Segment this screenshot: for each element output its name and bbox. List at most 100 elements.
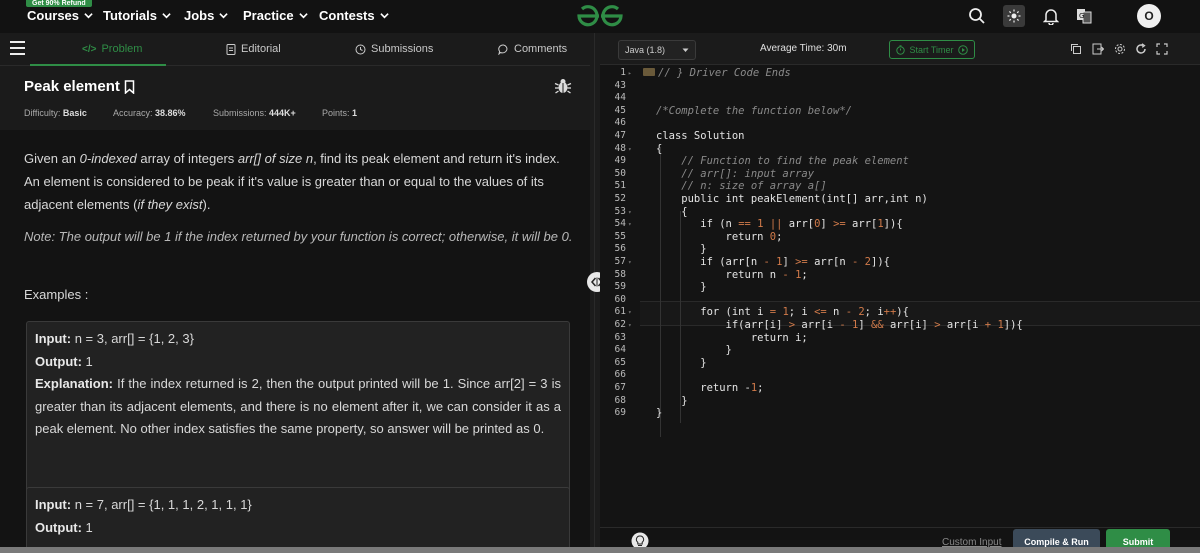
line-number: 51 (614, 180, 626, 192)
gfg-logo-icon[interactable] (575, 3, 625, 29)
example-1-output-value: 1 (81, 353, 93, 369)
translate-icon[interactable]: G (1073, 5, 1095, 27)
line-number: 54 (614, 218, 626, 230)
desc-text-2: array of integers (136, 151, 238, 166)
difficulty-meta: Difficulty: Basic (24, 108, 87, 118)
line-number: 66 (614, 369, 626, 381)
svg-text:G: G (1079, 12, 1084, 20)
examples-heading: Examples : (24, 287, 89, 302)
language-select[interactable]: Java (1.8) (618, 40, 696, 60)
line-number: 60 (614, 293, 626, 305)
theme-toggle-icon[interactable] (1003, 5, 1025, 27)
example-2-input-value: n = 7, arr[] = {1, 1, 1, 2, 1, 1, 1} (71, 497, 252, 512)
line-number: 47 (614, 130, 626, 141)
tab-problem[interactable]: </> Problem (82, 43, 142, 55)
nav-contests[interactable]: Contests (319, 8, 389, 23)
nav-jobs-label: Jobs (184, 8, 215, 23)
code-line: } (656, 281, 707, 294)
example-box-2: Input: n = 7, arr[] = {1, 1, 1, 2, 1, 1,… (26, 487, 570, 553)
nav-practice[interactable]: Practice (243, 8, 308, 23)
problem-title-text: Peak element (24, 78, 120, 95)
input-label: Input: (35, 331, 72, 346)
tab-submissions[interactable]: Submissions (355, 43, 433, 55)
fold-toggle-icon[interactable]: ▸ (628, 70, 632, 77)
explanation-label: Explanation: (35, 376, 114, 391)
line-number: 67 (614, 382, 626, 393)
code-line: } (656, 394, 688, 407)
settings-icon[interactable] (1114, 43, 1126, 55)
nav-courses[interactable]: Courses (27, 8, 93, 23)
horizontal-scrollbar[interactable] (0, 547, 1200, 553)
desc-emphasis-3: if they exist (137, 197, 203, 212)
code-area[interactable]: 1 ▸ 43 44 45 46 47 48 ▾ 49 50 51 52 53 ▾ 54 ▾ 55 56 57 ▾ 58 59… (600, 65, 1200, 527)
line-number: 65 (614, 356, 626, 368)
chevron-down-icon (379, 13, 389, 19)
line-number: 58 (614, 268, 626, 280)
line-number: 63 (614, 331, 626, 343)
example-1-output: Output: 1 (35, 351, 561, 374)
avatar[interactable]: O (1137, 4, 1161, 28)
bookmark-icon[interactable] (124, 79, 135, 94)
tab-comments[interactable]: Comments (498, 43, 567, 55)
tab-editorial[interactable]: Editorial (226, 43, 281, 55)
code-line: } (656, 356, 707, 369)
code-line: // arr[]: input array (656, 167, 815, 180)
difficulty-label: Difficulty: (24, 108, 63, 118)
chevron-down-icon (162, 13, 171, 19)
fold-toggle-icon[interactable]: ▾ (628, 309, 632, 316)
fold-toggle-icon[interactable]: ▾ (628, 322, 632, 329)
line-number: 61 (614, 306, 626, 318)
start-timer-button[interactable]: Start Timer (889, 40, 975, 59)
reset-icon[interactable] (1135, 43, 1147, 55)
refund-promo-badge[interactable]: Get 90% Refund (26, 0, 92, 7)
copy-icon[interactable] (1070, 43, 1082, 55)
fold-toggle-icon[interactable]: ▾ (628, 221, 632, 228)
submissions-value: 444K+ (269, 108, 296, 118)
line-number: 55 (614, 230, 626, 242)
desc-emphasis-1: 0-indexed (79, 151, 137, 166)
code-line: // n: size of array a[] (656, 180, 827, 193)
fold-toggle-icon[interactable]: ▾ (628, 146, 632, 153)
line-number: 57 (614, 256, 626, 267)
example-2-input: Input: n = 7, arr[] = {1, 1, 1, 2, 1, 1,… (35, 494, 561, 517)
code-icon: </> (82, 43, 97, 55)
fold-toggle-icon[interactable]: ▾ (628, 259, 632, 266)
notification-bell-icon[interactable] (1040, 5, 1062, 27)
nav-jobs[interactable]: Jobs (184, 8, 229, 23)
line-number: 62 (614, 319, 626, 330)
average-time: Average Time: 30m (760, 43, 847, 54)
tab-problem-label: Problem (101, 43, 143, 55)
code-line: for (int i = 1; i <= n - 2; i++){ (656, 306, 909, 319)
desc-text-1: Given an (24, 151, 80, 166)
nav-tutorials-label: Tutorials (103, 8, 157, 23)
nav-courses-label: Courses (27, 8, 80, 23)
output-label: Output: (35, 353, 82, 369)
tab-submissions-label: Submissions (371, 43, 434, 55)
problem-content[interactable]: Peak element Difficulty: Basic Accuracy:… (0, 66, 590, 553)
export-icon[interactable] (1092, 43, 1104, 55)
line-number: 56 (614, 243, 626, 255)
fullscreen-icon[interactable] (1156, 43, 1168, 55)
desc-emphasis-2: arr[] of size n (237, 151, 314, 166)
comment-icon (498, 44, 508, 55)
nav-tutorials[interactable]: Tutorials (103, 8, 171, 23)
code-line: } (656, 407, 663, 420)
document-icon (226, 43, 236, 55)
top-navigation-bar: Get 90% Refund Courses Tutorials Jobs Pr… (0, 0, 1200, 33)
report-bug-icon[interactable] (554, 77, 572, 95)
problem-header: Peak element Difficulty: Basic Accuracy:… (0, 66, 590, 130)
output-label: Output: (35, 519, 82, 535)
line-number: 45 (614, 104, 626, 116)
code-line: public int peakElement(int[] arr,int n) (656, 193, 928, 205)
menu-icon[interactable] (10, 41, 26, 57)
search-icon[interactable] (966, 5, 988, 27)
line-number: 64 (614, 344, 626, 356)
fold-marker-icon[interactable] (643, 68, 655, 76)
problem-description: Given an 0-indexed array of integers arr… (24, 147, 574, 216)
input-label: Input: (35, 497, 72, 512)
accuracy-value: 38.86% (155, 108, 186, 118)
fold-toggle-icon[interactable]: ▾ (628, 209, 632, 216)
panel-splitter[interactable] (590, 33, 600, 553)
points-value: 1 (352, 108, 358, 118)
editor-toolbar: Java (1.8) Average Time: 30m Start Timer (600, 33, 1200, 65)
